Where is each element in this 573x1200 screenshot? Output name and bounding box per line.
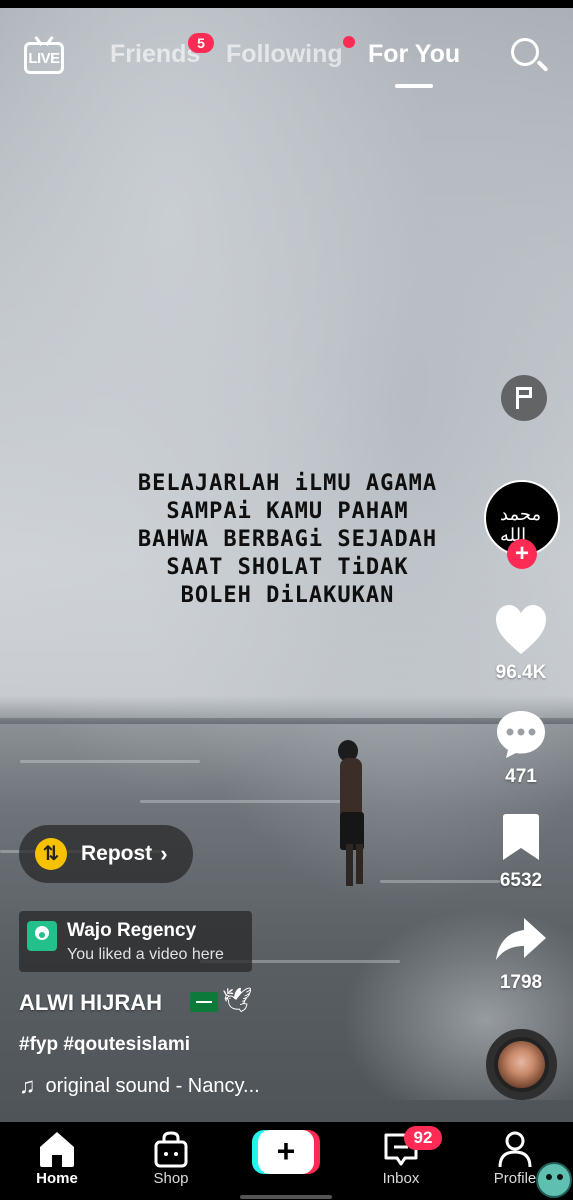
comment-icon [497,711,545,758]
live-label: LIVE [28,50,60,67]
tab-following[interactable]: Following [226,40,343,69]
home-icon [40,1132,74,1167]
share-count: 1798 [499,972,543,993]
avatar-calligraphy: محمد الله [500,504,542,546]
person-silhouette [330,740,380,890]
inbox-badge: 92 [404,1126,442,1150]
sound-cover-image [498,1041,545,1088]
wave [140,800,360,803]
tab-friends[interactable]: Friends [110,40,200,69]
share-button[interactable]: 1798 [488,914,554,994]
saudi-flag-emoji [190,992,218,1012]
location-name: Wajo Regency [67,920,197,941]
create-button[interactable]: + [252,1130,320,1174]
repost-icon: ⇅ [35,838,67,870]
location-card[interactable]: Wajo Regency You liked a video here [19,911,252,972]
repost-button[interactable]: ⇅ Repost › [19,825,193,883]
bottom-nav: Home Shop + Inbox 92 Profile [0,1122,573,1200]
repost-label: Repost [81,842,153,865]
location-subtitle: You liked a video here [67,946,224,963]
save-count: 6532 [499,870,543,891]
video-text-overlay: BELAJARLAH iLMU AGAMA SAMPAi KAMU PAHAM … [137,471,438,608]
nav-home-label: Home [36,1170,78,1187]
share-arrow-icon [496,918,546,960]
wave [20,760,200,763]
dove-emoji: 🕊 [222,987,253,1014]
comment-button[interactable]: 471 [488,708,554,788]
plus-icon: + [258,1130,314,1174]
active-tab-indicator [395,84,433,88]
floating-assistant-bubble[interactable] [536,1162,572,1198]
favorite-button[interactable]: 6532 [488,812,554,892]
search-icon[interactable] [510,37,549,75]
nav-home[interactable]: Home [17,1130,97,1187]
comment-count: 471 [505,766,537,787]
live-icon[interactable]: LIVE [24,36,66,74]
friends-badge: 5 [188,33,214,53]
creator-username[interactable]: ALWI HIJRAH [19,990,162,1016]
nav-shop-label: Shop [153,1170,189,1187]
sound-link[interactable]: ♫ original sound - Nancy... [19,1073,260,1099]
wave [380,880,500,883]
report-flag-button[interactable] [501,375,547,421]
profile-icon [498,1131,532,1168]
post-hashtags[interactable]: #fyp #qoutesislami [19,1034,190,1056]
like-count: 96.4K [495,662,547,683]
tab-for-you[interactable]: For You [368,40,460,69]
home-indicator [240,1195,332,1199]
like-button[interactable]: 96.4K [488,604,554,684]
following-notification-dot [343,36,355,48]
nav-shop[interactable]: Shop [131,1130,211,1187]
status-bar [0,0,573,8]
heart-icon [496,605,546,654]
bookmark-icon [503,814,539,860]
follow-plus-button[interactable]: + [507,539,537,569]
location-pin-icon [27,921,57,951]
sound-disc[interactable] [486,1029,557,1100]
chevron-right-icon: › [160,841,168,866]
sound-title: original sound - Nancy... [45,1074,260,1097]
nav-inbox-label: Inbox [382,1170,420,1187]
music-note-icon: ♫ [19,1073,36,1098]
shop-icon [154,1131,188,1168]
